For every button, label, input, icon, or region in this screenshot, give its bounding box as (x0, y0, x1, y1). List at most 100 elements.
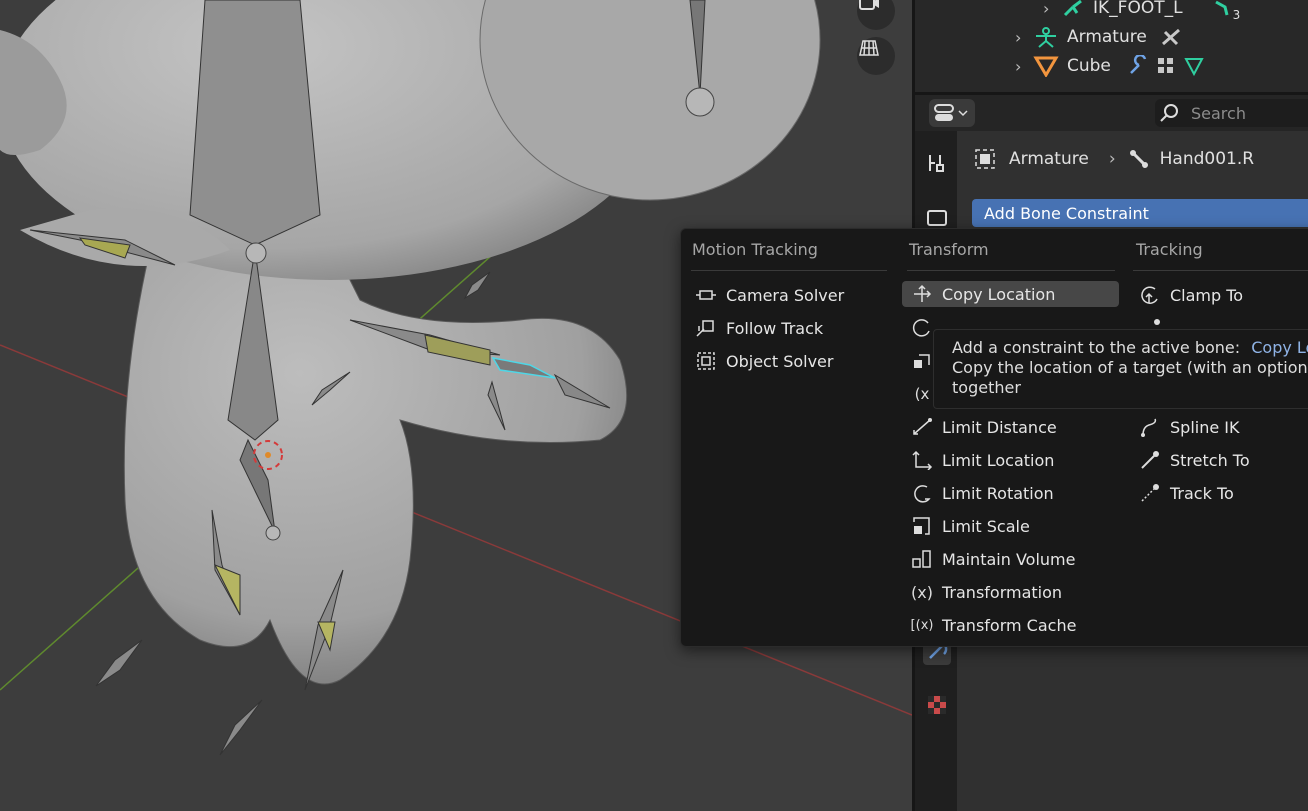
tab-render[interactable] (923, 203, 951, 231)
outliner-row-cube[interactable]: › Cube (1015, 52, 1205, 80)
limit-scale-icon (911, 516, 933, 536)
add-bone-constraint-menu: Motion Tracking Transform Tracking Camer… (680, 228, 1308, 647)
menu-item-label: Track To (1170, 483, 1234, 503)
menu-item-label: Clamp To (1170, 285, 1244, 305)
menu-item-label: Spline IK (1170, 417, 1240, 437)
clamp-to-icon (1139, 285, 1161, 305)
menu-item-label: Follow Track (726, 318, 824, 338)
breadcrumb: Armature › Hand001.R (973, 145, 1254, 173)
vertex-groups-icon (1157, 58, 1173, 73)
editor-type-button[interactable] (929, 99, 975, 127)
armature-data-icon (1161, 28, 1180, 46)
menu-item-object-solver[interactable]: Object Solver (695, 348, 833, 374)
chevron-right-icon[interactable]: › (1043, 0, 1061, 18)
menu-item-label: Object Solver (726, 351, 834, 371)
bone-icon (1129, 150, 1148, 168)
copy-rotation-icon (911, 317, 933, 337)
breadcrumb-separator-icon: › (1108, 149, 1116, 169)
menu-item-maintain-volume[interactable]: Maintain Volume (911, 546, 1075, 572)
menu-item-label: Stretch To (1170, 450, 1250, 470)
orthographic-toggle-button[interactable] (857, 37, 895, 75)
column-title-tracking: Tracking (1136, 240, 1203, 259)
maintain-volume-icon (911, 549, 933, 569)
transformation-icon: (x) (911, 582, 933, 602)
properties-editor-icon (934, 104, 968, 121)
tooltip-operator: Copy Loc (1251, 338, 1308, 357)
render-icon (927, 210, 947, 226)
outliner-row-label: Cube (1067, 56, 1111, 76)
checker-texture-icon (928, 696, 946, 714)
tool-icon (929, 155, 944, 172)
menu-item-clamp-to[interactable]: Clamp To (1139, 282, 1243, 308)
menu-item-label: Limit Rotation (942, 483, 1054, 503)
copy-scale-icon (911, 351, 933, 371)
tab-tool[interactable] (923, 149, 951, 177)
menu-item-label: Transformation (942, 582, 1063, 602)
menu-item-transformation[interactable]: (x) Transformation (911, 579, 1062, 605)
outliner-row-label: Armature (1067, 27, 1147, 47)
menu-item-stretch-to[interactable]: Stretch To (1139, 447, 1250, 473)
menu-item-follow-track[interactable]: Follow Track (695, 315, 823, 341)
mesh-data-icon (1184, 58, 1204, 77)
outliner-row-armature[interactable]: › Armature (1015, 23, 1183, 51)
object-solver-icon (695, 351, 717, 371)
limit-distance-icon (911, 417, 933, 437)
properties-header: Search (915, 95, 1308, 131)
chevron-right-icon[interactable]: › (1015, 57, 1033, 76)
menu-item-transform-cache[interactable]: [(x) Transform Cache (910, 612, 1077, 638)
menu-item-label: Limit Scale (942, 516, 1030, 536)
menu-item-label: Camera Solver (726, 285, 845, 305)
tooltip-description-cont: together (952, 378, 1021, 397)
menu-item-limit-scale[interactable]: Limit Scale (911, 513, 1030, 539)
add-bone-constraint-button[interactable]: Add Bone Constraint (972, 199, 1308, 227)
track-to-icon (1139, 483, 1161, 503)
search-icon (1160, 104, 1178, 122)
camera-solver-icon (695, 285, 717, 305)
breadcrumb-bone: Hand001.R (1159, 149, 1255, 169)
menu-item-camera-solver[interactable]: Camera Solver (695, 282, 844, 308)
tab-texture[interactable] (923, 691, 951, 719)
bone-icon (1063, 0, 1082, 17)
spline-ik-icon (1139, 417, 1161, 437)
menu-item-label: Maintain Volume (942, 549, 1076, 569)
stretch-to-icon (1139, 450, 1161, 470)
transform-cache-icon: [(x) (910, 617, 934, 633)
column-title-motion-tracking: Motion Tracking (692, 240, 818, 259)
tooltip-title: Add a constraint to the active bone: (952, 338, 1241, 357)
column-title-transform: Transform (909, 240, 989, 259)
camera-icon (859, 0, 879, 10)
menu-item-track-to[interactable]: Track To (1139, 480, 1234, 506)
copy-transforms-icon: (x (914, 385, 930, 403)
chevron-right-icon[interactable]: › (1015, 28, 1033, 47)
tooltip-description: Copy the location of a target (with an o… (952, 358, 1308, 377)
limit-location-icon (911, 450, 933, 470)
copy-location-tooltip: Add a constraint to the active bone: Cop… (933, 329, 1308, 409)
tooltip-line-1: Add a constraint to the active bone: Cop… (952, 338, 1308, 357)
outliner-row-label: IK_FOOT_L (1093, 0, 1183, 18)
search-placeholder: Search (1191, 103, 1246, 123)
menu-item-limit-rotation[interactable]: Limit Rotation (911, 480, 1054, 506)
properties-search-input[interactable]: Search (1155, 99, 1308, 127)
column-separator (1133, 270, 1308, 271)
menu-item-label: Transform Cache (942, 615, 1077, 635)
menu-item-label: Limit Location (942, 450, 1055, 470)
bone-count-badge: 3 (1232, 8, 1241, 22)
menu-item-label: Copy Location (942, 284, 1056, 304)
column-separator (907, 270, 1115, 271)
outliner-row-ik-foot-l[interactable]: › IK_FOOT_L 3 (1043, 0, 1240, 22)
wrench-icon (1130, 55, 1147, 74)
menu-item-label: Limit Distance (942, 417, 1057, 437)
column-separator (691, 270, 887, 271)
limit-rotation-icon (911, 483, 933, 503)
menu-item-spline-ik[interactable]: Spline IK (1139, 414, 1239, 440)
outliner-panel[interactable]: › IK_FOOT_L 3 › Armature › Cube (912, 0, 1308, 95)
copy-location-icon (911, 284, 933, 304)
follow-track-icon (695, 318, 717, 338)
grid-icon (859, 40, 879, 56)
menu-item-copy-location[interactable]: Copy Location (902, 281, 1119, 307)
bone-icon (1214, 0, 1229, 16)
armature-icon (1036, 27, 1056, 48)
menu-item-limit-distance[interactable]: Limit Distance (911, 414, 1057, 440)
menu-item-limit-location[interactable]: Limit Location (911, 447, 1054, 473)
breadcrumb-object: Armature (1009, 149, 1089, 169)
